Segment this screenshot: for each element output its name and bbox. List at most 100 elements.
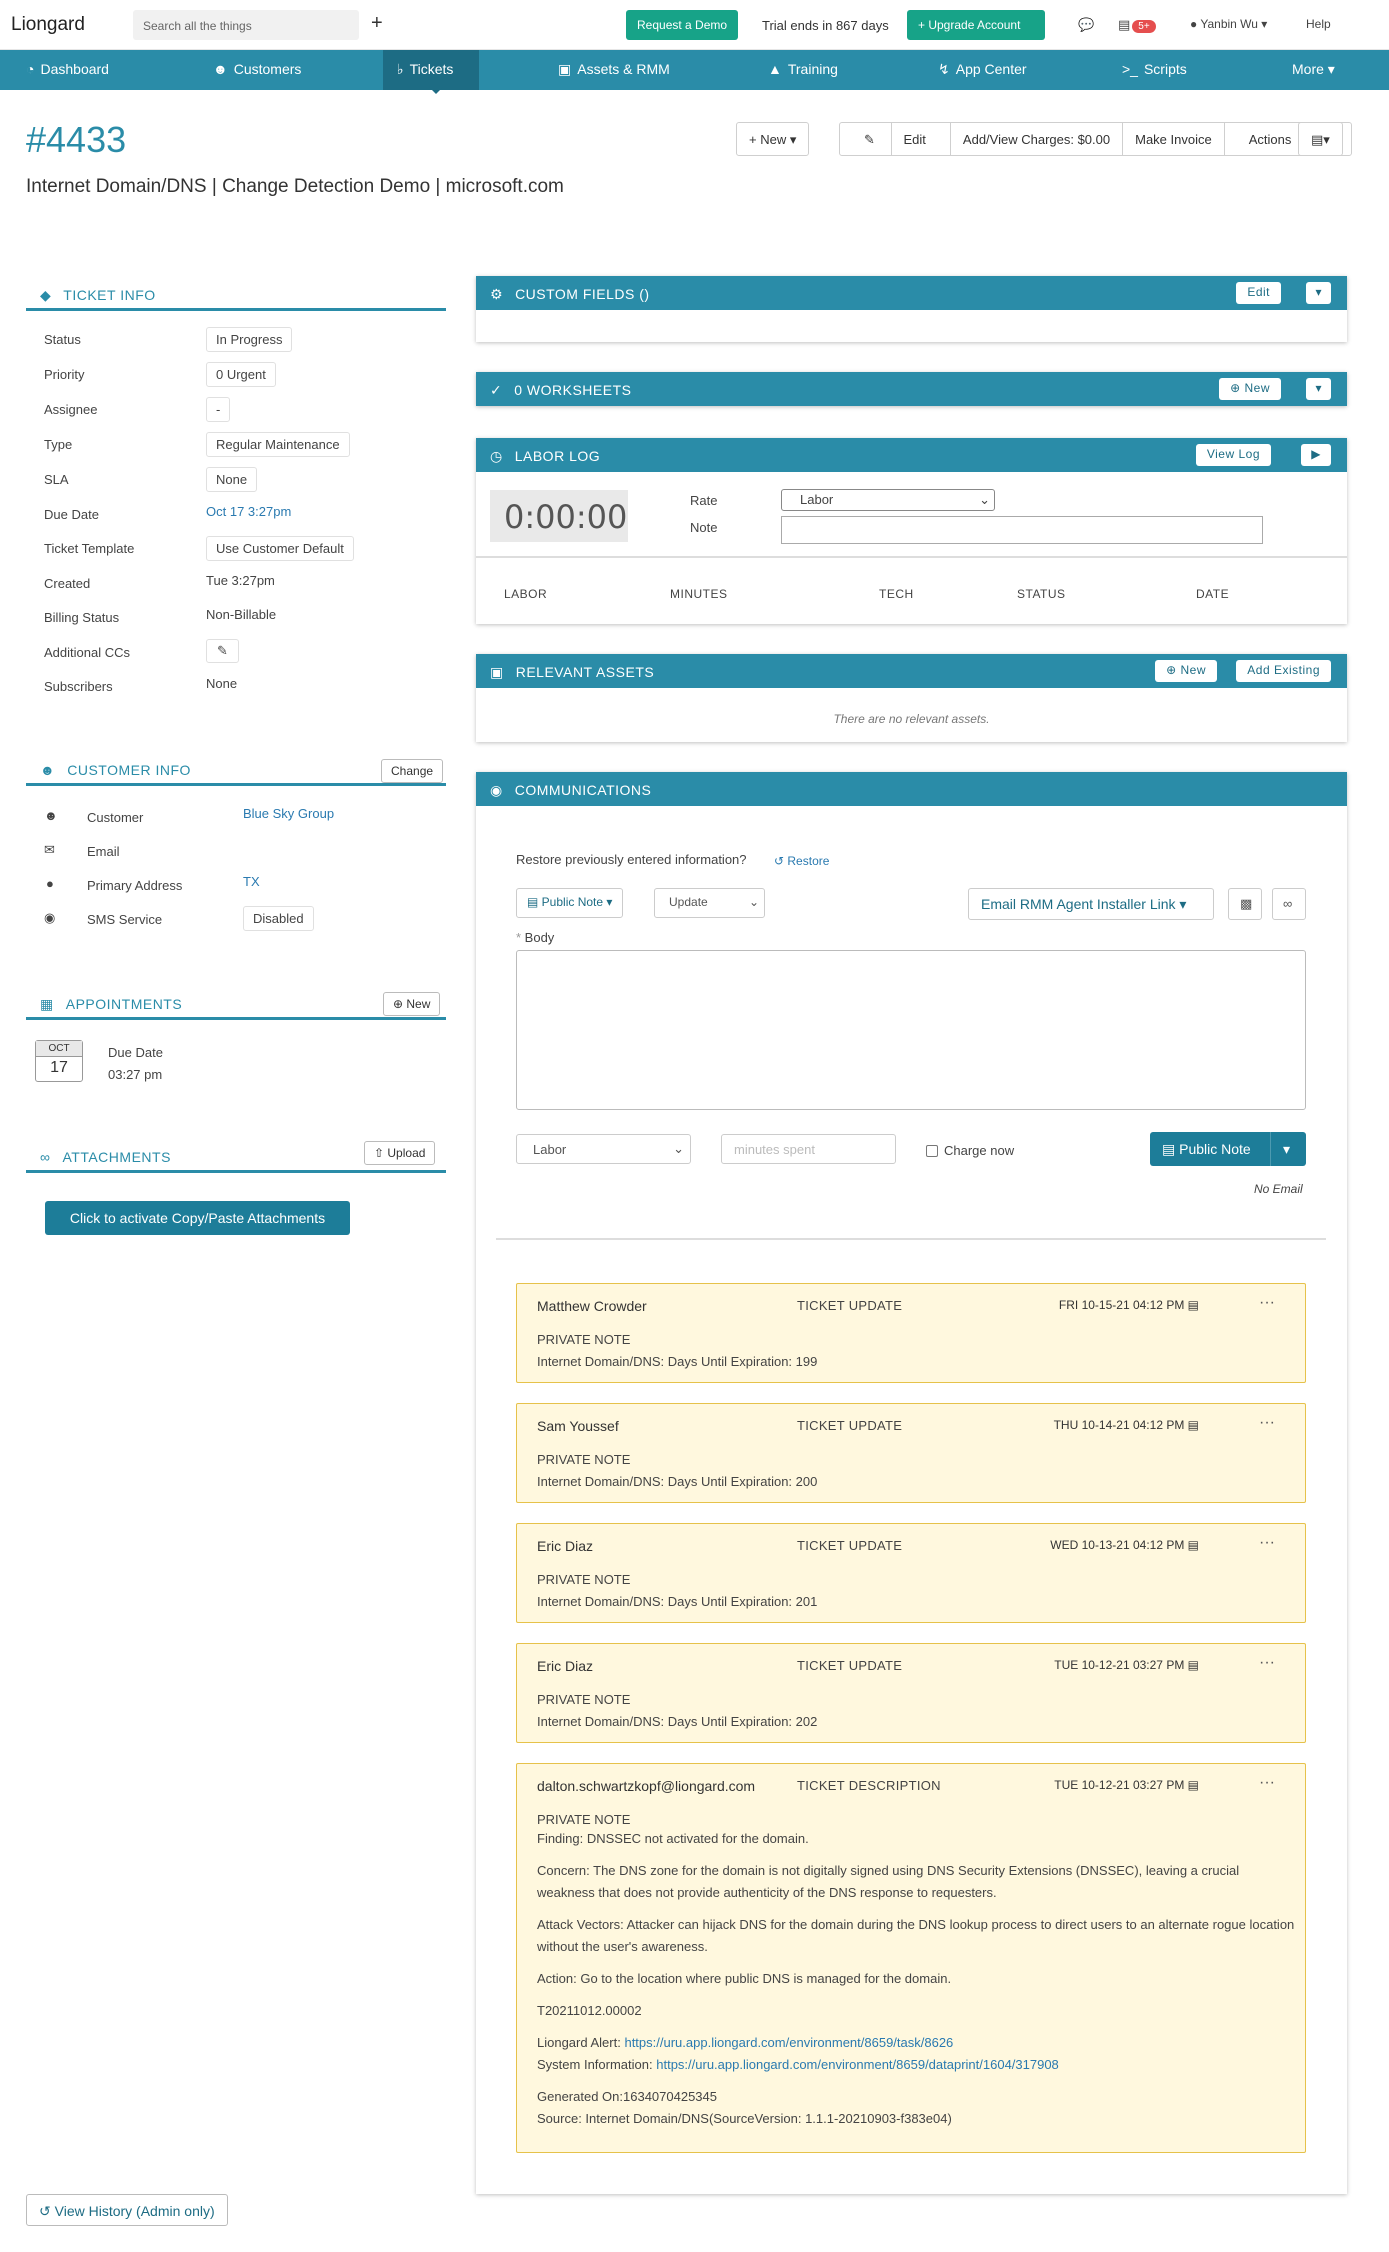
note-type: TICKET UPDATE bbox=[797, 1298, 903, 1313]
start-timer-button[interactable]: ▶ bbox=[1301, 444, 1331, 466]
address-link[interactable]: TX bbox=[243, 874, 260, 889]
minutes-spent-input[interactable]: minutes spent bbox=[721, 1134, 896, 1164]
sla-field[interactable]: None bbox=[206, 467, 258, 492]
status-field[interactable]: In Progress bbox=[206, 327, 293, 352]
alert-line: Liongard Alert: https://uru.app.liongard… bbox=[537, 2035, 954, 2050]
card-icon: ▤ bbox=[1118, 17, 1131, 32]
ticket-info-label: Ticket Template bbox=[44, 541, 135, 556]
pdf-dropdown-button[interactable]: ▤▾ bbox=[1298, 122, 1343, 156]
caret-down-icon[interactable]: ▾ bbox=[1270, 1132, 1306, 1166]
paperclip-icon: ∞ bbox=[40, 1149, 51, 1165]
make-invoice-button[interactable]: Make Invoice bbox=[1123, 123, 1225, 155]
help-link[interactable]: Help bbox=[1306, 17, 1331, 31]
request-demo-button[interactable]: Request a Demo bbox=[626, 10, 739, 40]
body-textarea[interactable] bbox=[516, 950, 1306, 1110]
custom-fields-dropdown[interactable]: ▾ bbox=[1306, 282, 1331, 304]
more-options-icon[interactable]: ··· bbox=[1259, 1654, 1275, 1672]
add-existing-asset-button[interactable]: Add Existing bbox=[1236, 660, 1331, 682]
rate-select[interactable]: Labor ⌄ bbox=[781, 489, 995, 511]
priority-field[interactable]: 0 Urgent bbox=[206, 362, 276, 387]
sms-service-field[interactable]: Disabled bbox=[243, 906, 314, 931]
labor-type-select[interactable]: Labor ⌄ bbox=[516, 1134, 691, 1164]
system-info-line: System Information: https://uru.app.lion… bbox=[537, 2057, 1059, 2072]
search-input[interactable]: Search all the things bbox=[133, 10, 359, 40]
more-options-icon[interactable]: ··· bbox=[1259, 1774, 1275, 1792]
comments-icon: ◉ bbox=[490, 782, 503, 798]
graduation-cap-icon: ▲ bbox=[768, 61, 782, 77]
chat-icon[interactable]: 💬 bbox=[1078, 17, 1094, 33]
nav-dashboard[interactable]: ◔ Dashboard bbox=[26, 50, 109, 90]
change-customer-button[interactable]: Change bbox=[381, 759, 444, 783]
attach-button[interactable]: ∞ bbox=[1272, 888, 1306, 920]
more-options-icon[interactable]: ··· bbox=[1259, 1414, 1275, 1432]
more-options-icon[interactable]: ··· bbox=[1259, 1294, 1275, 1312]
customer-link[interactable]: Blue Sky Group bbox=[243, 806, 334, 821]
nav-tickets[interactable]: ♭ Tickets bbox=[383, 50, 479, 90]
new-dropdown-button[interactable]: + New ▾ bbox=[736, 122, 810, 156]
email-rmm-link-dropdown[interactable]: Email RMM Agent Installer Link ▾ bbox=[968, 888, 1214, 920]
clock-icon: ◷ bbox=[490, 448, 503, 464]
edit-icon[interactable]: ▤ bbox=[1184, 1298, 1199, 1312]
labor-note-input[interactable] bbox=[781, 516, 1263, 544]
edit-custom-fields-button[interactable]: Edit bbox=[1236, 282, 1281, 304]
ticket-info-label: Billing Status bbox=[44, 610, 120, 625]
dashboard-icon: ◔ bbox=[26, 61, 35, 77]
note-type-dropdown[interactable]: ▤ Public Note ▾ bbox=[516, 888, 624, 918]
new-worksheet-button[interactable]: ⊕ New bbox=[1219, 378, 1281, 400]
billing-status-value: Non-Billable bbox=[206, 607, 277, 622]
ticket-template-field[interactable]: Use Customer Default bbox=[206, 536, 354, 561]
alert-link[interactable]: https://uru.app.liongard.com/environment… bbox=[624, 2035, 953, 2050]
upgrade-account-button[interactable]: + Upgrade Account bbox=[907, 10, 1045, 40]
paperclip-icon: ∞ bbox=[1283, 896, 1293, 911]
nav-training[interactable]: ▲ Training bbox=[768, 50, 838, 90]
history-icon: ↺ bbox=[774, 854, 788, 868]
worksheets-dropdown[interactable]: ▾ bbox=[1306, 378, 1331, 400]
new-appointment-button[interactable]: ⊕ New bbox=[383, 992, 441, 1016]
required-marker: * bbox=[516, 930, 525, 945]
activate-paste-attachments-button[interactable]: Click to activate Copy/Paste Attachments bbox=[45, 1201, 350, 1235]
ticket-info-label: Priority bbox=[44, 367, 85, 382]
app-logo[interactable]: Liongard bbox=[11, 14, 85, 36]
upload-button[interactable]: ⇧ Upload bbox=[364, 1141, 436, 1165]
custom-fields-header: ⚙ CUSTOM FIELDS () Edit ▾ bbox=[476, 276, 1347, 310]
nav-assets[interactable]: ▣ Assets & RMM bbox=[558, 50, 670, 90]
submit-public-note-button[interactable]: ▤ Public Note ▾ bbox=[1150, 1132, 1306, 1166]
labor-timer[interactable]: 0:00:00 bbox=[490, 490, 628, 542]
notifications-button[interactable]: ▤ 5+ bbox=[1118, 17, 1156, 33]
trial-status: Trial ends in 867 days bbox=[762, 18, 889, 33]
edit-icon[interactable]: ▤ bbox=[1184, 1538, 1199, 1552]
note-visibility: PRIVATE NOTE bbox=[537, 1812, 631, 1827]
custom-fields-panel: ⚙ CUSTOM FIELDS () Edit ▾ bbox=[476, 276, 1347, 342]
new-asset-button[interactable]: ⊕ New bbox=[1155, 660, 1217, 682]
template-button[interactable]: ▩ bbox=[1228, 888, 1262, 920]
charge-now-checkbox[interactable]: Charge now bbox=[926, 1143, 1014, 1158]
edit-ticket-button[interactable]: ✎ Edit bbox=[840, 123, 951, 156]
system-info-link[interactable]: https://uru.app.liongard.com/environment… bbox=[656, 2057, 1059, 2072]
charges-button[interactable]: Add/View Charges: $0.00 bbox=[951, 123, 1124, 155]
edit-icon[interactable]: ▤ bbox=[1184, 1778, 1199, 1792]
edit-icon[interactable]: ▤ bbox=[1184, 1418, 1199, 1432]
ticket-description-note: dalton.schwartzkopf@liongard.com TICKET … bbox=[516, 1763, 1306, 2153]
nav-customers[interactable]: ☻ Customers bbox=[213, 50, 301, 90]
user-menu[interactable]: ● Yanbin Wu ▾ bbox=[1190, 17, 1267, 31]
edit-icon[interactable]: ▤ bbox=[1184, 1658, 1199, 1672]
col-tech: TECH bbox=[879, 587, 914, 601]
view-history-button[interactable]: ↺ View History (Admin only) bbox=[26, 2194, 228, 2226]
nav-scripts[interactable]: >_ Scripts bbox=[1122, 50, 1187, 90]
more-options-icon[interactable]: ··· bbox=[1259, 1534, 1275, 1552]
plus-icon: + bbox=[749, 132, 761, 147]
note-author: dalton.schwartzkopf@liongard.com bbox=[537, 1778, 756, 1794]
edit-ccs-button[interactable]: ✎ bbox=[206, 639, 239, 663]
ticket-info-label: Status bbox=[44, 332, 81, 347]
play-icon: ▶ bbox=[1311, 447, 1321, 461]
nav-more[interactable]: More ▾ bbox=[1292, 50, 1335, 90]
due-date-link[interactable]: Oct 17 3:27pm bbox=[206, 504, 291, 519]
status-update-select[interactable]: Update ⌄ bbox=[654, 888, 765, 918]
type-field[interactable]: Regular Maintenance bbox=[206, 432, 350, 457]
view-log-button[interactable]: View Log bbox=[1195, 444, 1271, 466]
file-icon: ▤ bbox=[527, 895, 542, 909]
restore-link[interactable]: ↺ Restore bbox=[774, 854, 829, 868]
nav-app-center[interactable]: ↯ App Center bbox=[938, 50, 1027, 90]
plus-icon[interactable]: + bbox=[371, 12, 383, 35]
assignee-field[interactable]: - bbox=[206, 397, 231, 422]
